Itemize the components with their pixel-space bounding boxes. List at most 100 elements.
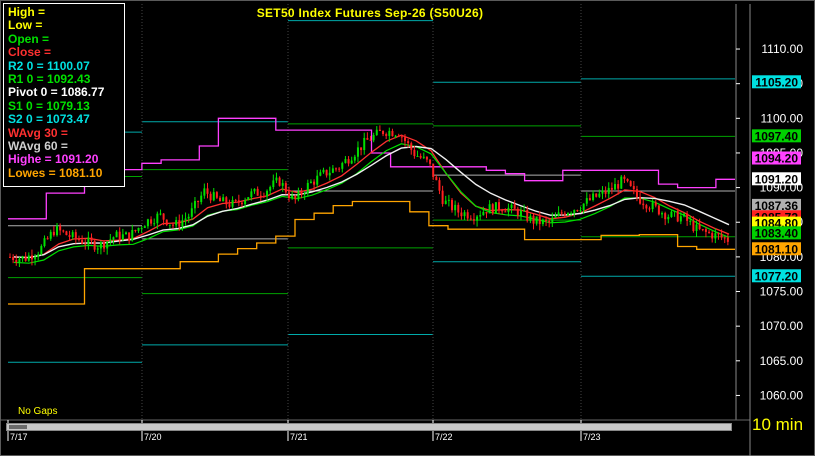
- candle-body: [256, 188, 259, 196]
- candle-body: [432, 163, 435, 178]
- candle-body: [698, 224, 701, 230]
- candle-body: [247, 197, 250, 201]
- candle-body: [68, 235, 71, 237]
- price-markers: 1105.201097.401094.201091.201087.361085.…: [752, 75, 801, 283]
- candle-body: [62, 230, 65, 232]
- legend-row: Pivot 0 = 1086.77: [8, 85, 105, 100]
- candle-body: [190, 208, 193, 217]
- candle-body: [491, 204, 494, 214]
- candle-body: [532, 215, 535, 224]
- candle-body: [52, 231, 55, 236]
- candle-body: [291, 195, 294, 199]
- candle-body: [598, 193, 601, 197]
- candle-body: [429, 159, 432, 164]
- no-gaps-label: No Gaps: [18, 406, 58, 417]
- candle-body: [84, 243, 87, 245]
- candle-body: [43, 238, 46, 247]
- candle-body: [162, 213, 165, 220]
- candle-body: [407, 141, 410, 144]
- candle-body: [635, 189, 638, 197]
- candle-body: [250, 191, 253, 198]
- candle-body: [717, 233, 720, 235]
- candle-body: [714, 233, 717, 239]
- candle-body: [469, 218, 472, 220]
- candle-body: [626, 178, 629, 182]
- price-marker-label: 1081.10: [755, 242, 799, 256]
- candle-body: [253, 188, 256, 192]
- candle-body: [642, 203, 645, 206]
- candle-body: [27, 255, 30, 261]
- candle-body: [87, 237, 90, 245]
- candle-body: [397, 135, 400, 137]
- candle-body: [159, 213, 162, 215]
- candle-body: [262, 195, 265, 197]
- legend-row: R2 0 = 1100.07: [8, 58, 90, 73]
- candle-body: [193, 200, 196, 209]
- candle-body: [244, 200, 247, 205]
- candle-body: [391, 130, 394, 137]
- y-tick-label: 1070.00: [760, 319, 804, 333]
- candle-body: [476, 216, 479, 221]
- candle-body: [319, 172, 322, 176]
- candle-body: [325, 169, 328, 176]
- candle-body: [388, 130, 391, 136]
- legend-row: S2 0 = 1073.47: [8, 112, 90, 127]
- candle-body: [350, 160, 353, 164]
- candle-body: [488, 204, 491, 214]
- candle-body: [676, 210, 679, 222]
- candle-body: [93, 240, 96, 250]
- candle-body: [197, 200, 200, 202]
- chart-scrollbar[interactable]: [6, 423, 732, 431]
- candle-body: [124, 232, 127, 235]
- candle-body: [535, 216, 538, 224]
- x-date-label: 7/20: [144, 432, 162, 442]
- scrollbar-thumb[interactable]: [9, 425, 27, 429]
- price-marker-label: 1091.20: [755, 172, 799, 186]
- candle-body: [526, 210, 529, 221]
- candle-body: [356, 147, 359, 157]
- candle-body: [187, 216, 190, 219]
- candle-body: [579, 210, 582, 212]
- candle-body: [231, 199, 234, 207]
- candle-body: [259, 195, 262, 197]
- candle-body: [413, 149, 416, 157]
- candle-body: [15, 260, 18, 263]
- candle-body: [266, 190, 269, 197]
- candle-body: [410, 143, 413, 150]
- candle-body: [573, 210, 576, 214]
- candle-body: [708, 231, 711, 233]
- candle-body: [400, 136, 403, 138]
- candle-body: [538, 216, 541, 225]
- candle-body: [403, 137, 406, 142]
- candle-body: [576, 210, 579, 212]
- candle-body: [726, 237, 729, 242]
- candle-body: [106, 241, 109, 249]
- candle-body: [563, 213, 566, 216]
- candle-body: [109, 239, 112, 242]
- candle-body: [9, 256, 11, 258]
- candle-body: [692, 220, 695, 231]
- indicator-legend[interactable]: High = Low = Open = Close = R2 0 = 1100.…: [3, 3, 125, 187]
- legend-row: R1 0 = 1092.43: [8, 72, 91, 87]
- candle-body: [240, 202, 243, 205]
- candle-body: [71, 232, 74, 237]
- lowest-low-line: [8, 200, 735, 305]
- candle-body: [557, 212, 560, 217]
- candle-body: [140, 227, 143, 229]
- candle-body: [645, 205, 648, 209]
- candle-body: [212, 192, 215, 201]
- candle-body: [438, 180, 441, 191]
- legend-row: Open =: [8, 31, 50, 46]
- candle-body: [281, 183, 284, 186]
- candle-body: [200, 195, 203, 202]
- candle-body: [639, 196, 642, 204]
- candle-body: [222, 197, 225, 202]
- candle-body: [554, 216, 557, 218]
- interval-label[interactable]: 10 min: [752, 415, 803, 435]
- candle-body: [422, 156, 425, 158]
- candle-body: [90, 237, 93, 241]
- candle-body: [331, 168, 334, 173]
- candle-body: [523, 210, 526, 212]
- candle-body: [272, 180, 275, 188]
- candle-body: [172, 224, 175, 226]
